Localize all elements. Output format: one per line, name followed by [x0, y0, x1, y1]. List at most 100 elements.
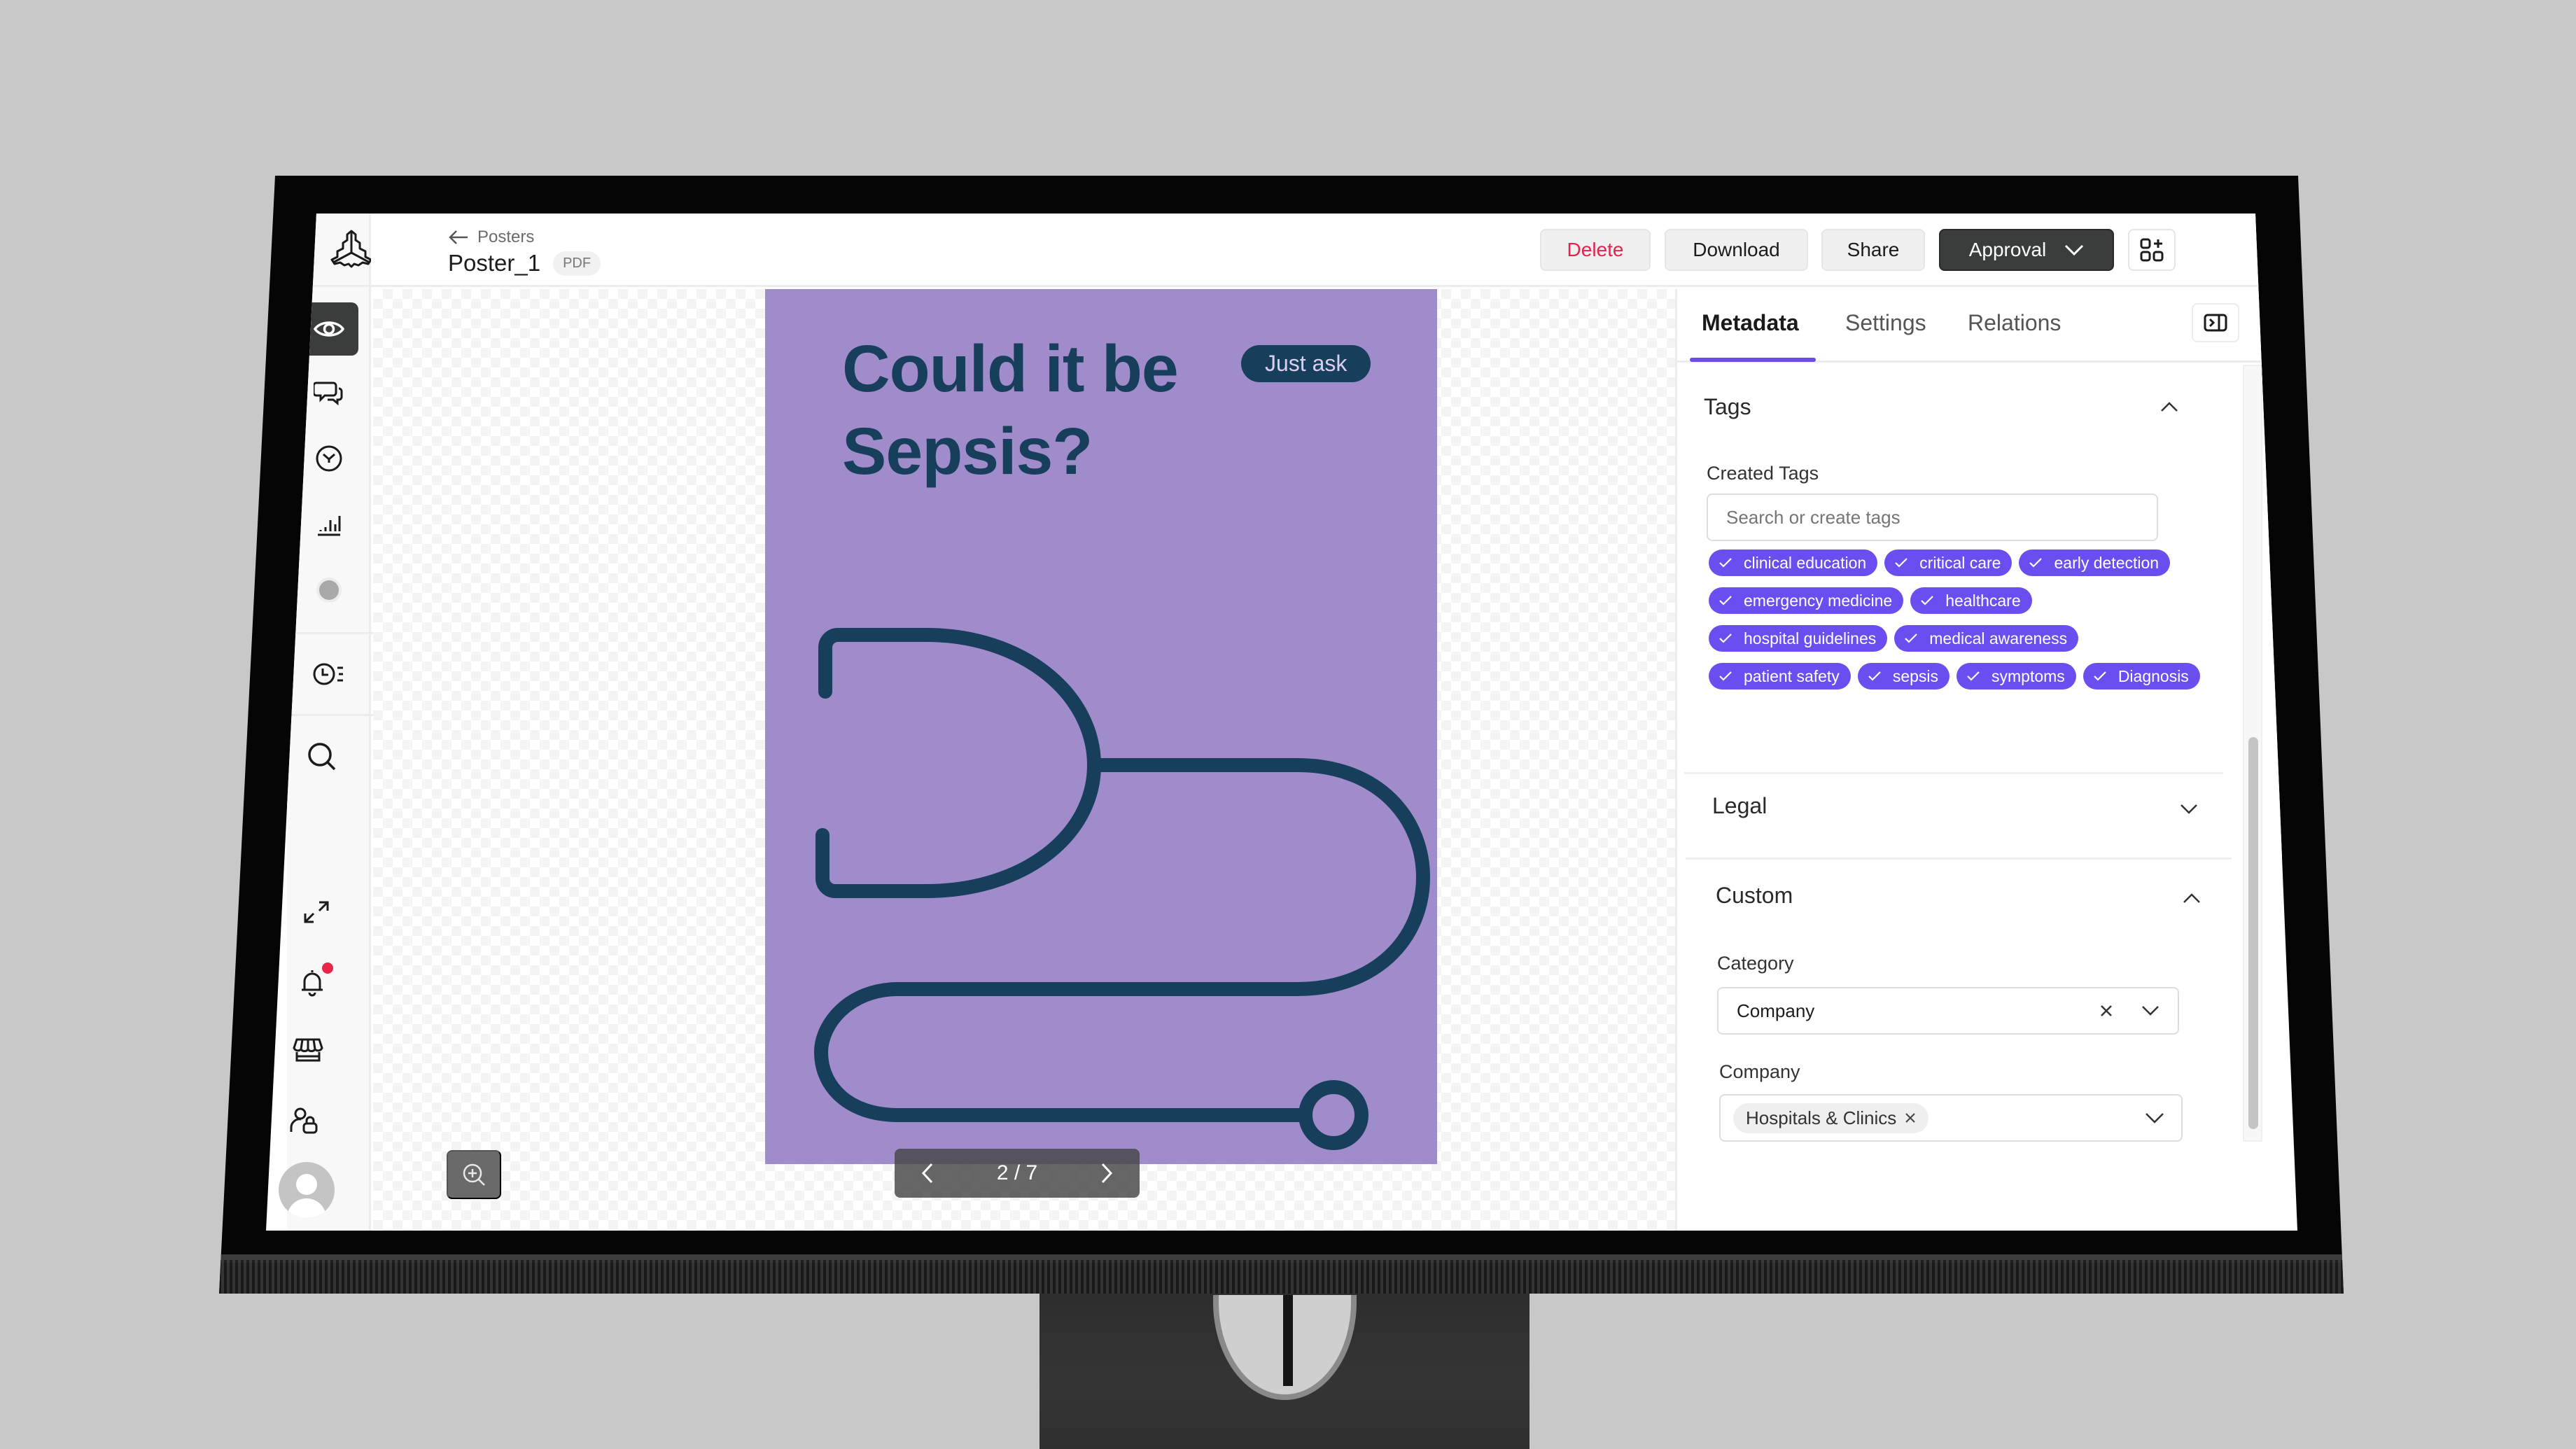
clear-icon[interactable]: [2099, 1004, 2113, 1018]
tag-chip[interactable]: sepsis: [1857, 663, 1950, 690]
chevron-down-icon[interactable]: [2145, 1112, 2164, 1124]
file-type-badge: PDF: [553, 251, 601, 276]
selected-company-chip: Hospitals & Clinics: [1733, 1102, 1929, 1133]
tag-label: medical awareness: [1929, 629, 2068, 648]
section-divider: [1684, 772, 2223, 774]
page-navigator: 2 / 7: [895, 1149, 1140, 1198]
zoom-in-button[interactable]: [447, 1150, 501, 1199]
expand-icon: [304, 901, 329, 923]
check-icon: [1921, 596, 1933, 606]
tag-chip[interactable]: Diagnosis: [2082, 663, 2200, 690]
tag-label: healthcare: [1945, 591, 2021, 610]
sidebar-item-history[interactable]: [300, 648, 358, 701]
sidebar-item-status[interactable]: [300, 564, 358, 617]
sidebar-item-versions[interactable]: [300, 432, 358, 485]
sidebar-divider: [287, 714, 382, 716]
clock-check-icon: [316, 445, 342, 472]
tab-relations[interactable]: Relations: [1968, 310, 2061, 336]
category-value: Company: [1737, 1000, 1815, 1021]
status-dot-icon: [316, 578, 342, 603]
zoom-in-icon: [463, 1163, 485, 1186]
approval-dropdown[interactable]: Approval: [1939, 229, 2114, 271]
check-icon: [1967, 671, 1980, 681]
header: Posters Poster_1 PDF Delete Download Sha…: [371, 214, 2282, 287]
chevron-left-icon[interactable]: [921, 1163, 934, 1184]
check-icon: [1905, 634, 1918, 643]
add-widget-button[interactable]: [2128, 229, 2176, 271]
page-title: Poster_1: [448, 250, 541, 276]
panel-scrollbar-thumb[interactable]: [2248, 737, 2258, 1129]
panel-scrollbar[interactable]: [2243, 365, 2262, 1142]
tags-section-title[interactable]: Tags: [1704, 394, 1751, 420]
sidebar-divider: [287, 632, 382, 634]
sidebar-item-fullscreen[interactable]: [287, 886, 346, 939]
company-multiselect[interactable]: Hospitals & Clinics: [1719, 1094, 2183, 1142]
created-tags-label: Created Tags: [1707, 463, 1819, 484]
sidebar-item-search[interactable]: [293, 730, 351, 783]
monitor-stand: [1040, 1288, 1530, 1449]
selected-company-label: Hospitals & Clinics: [1746, 1107, 1897, 1128]
screen: Posters Poster_1 PDF Delete Download Sha…: [266, 214, 2297, 1231]
tag-chip[interactable]: medical awareness: [1894, 625, 2079, 652]
approval-label: Approval: [1968, 239, 2047, 260]
sidebar-item-analytics[interactable]: [300, 498, 358, 551]
active-tab-indicator: [1690, 358, 1816, 362]
tag-search-input[interactable]: [1707, 493, 2158, 541]
check-icon: [1868, 671, 1881, 681]
user-lock-icon: [290, 1107, 318, 1134]
stand-cable-cutout: [1213, 1295, 1357, 1400]
tag-chip[interactable]: hospital guidelines: [1709, 625, 1888, 652]
collapse-panel-button[interactable]: [2192, 303, 2239, 342]
tag-label: sepsis: [1892, 666, 1939, 685]
sidebar-item-notifications[interactable]: [283, 955, 342, 1009]
tag-chip[interactable]: emergency medicine: [1709, 587, 1904, 614]
tag-label: Diagnosis: [2118, 666, 2189, 685]
tri-fold-logo-icon[interactable]: [329, 229, 374, 270]
eye-icon: [314, 321, 344, 337]
sidebar-item-store[interactable]: [279, 1023, 337, 1077]
custom-section-title[interactable]: Custom: [1716, 883, 1793, 909]
breadcrumb-back-link[interactable]: Posters: [448, 227, 534, 247]
add-grid-icon: [2140, 238, 2164, 262]
check-icon: [2029, 558, 2043, 568]
download-button[interactable]: Download: [1665, 229, 1808, 271]
tag-label: critical care: [1919, 553, 2001, 572]
remove-chip-icon[interactable]: [1905, 1112, 1916, 1124]
chevron-down-icon: [2065, 244, 2084, 255]
arrow-left-icon: [449, 230, 468, 244]
tag-chip[interactable]: critical care: [1884, 550, 2012, 576]
tag-chip[interactable]: healthcare: [1910, 587, 2032, 614]
chevron-up-icon[interactable]: [2183, 892, 2201, 904]
delete-button[interactable]: Delete: [1540, 229, 1651, 271]
section-divider: [1686, 858, 2232, 860]
tag-label: early detection: [2054, 553, 2160, 572]
category-select[interactable]: Company: [1717, 987, 2179, 1035]
avatar-placeholder-icon: [287, 1174, 326, 1218]
chevron-down-icon[interactable]: [2180, 804, 2198, 815]
stethoscope-illustration: [814, 628, 1430, 1150]
chevron-right-icon[interactable]: [1100, 1163, 1113, 1184]
chat-bubbles-icon: [314, 382, 343, 406]
tag-label: symptoms: [1991, 666, 2065, 685]
panel-tabs: Metadata Settings Relations: [1677, 289, 2284, 363]
tag-chip[interactable]: early detection: [2019, 550, 2171, 576]
legal-section-title[interactable]: Legal: [1712, 793, 1767, 819]
sidebar-item-user-access[interactable]: [274, 1094, 333, 1147]
bell-icon: [302, 970, 323, 997]
tag-chip[interactable]: symptoms: [1956, 663, 2076, 690]
chevron-up-icon[interactable]: [2160, 401, 2178, 412]
check-icon: [1719, 596, 1732, 606]
notification-badge: [322, 962, 333, 974]
tab-metadata[interactable]: Metadata: [1702, 310, 1799, 336]
check-icon: [1719, 558, 1732, 568]
tag-label: hospital guidelines: [1744, 629, 1877, 648]
tag-chip[interactable]: patient safety: [1709, 663, 1851, 690]
chevron-down-icon[interactable]: [2141, 1005, 2160, 1016]
avatar[interactable]: [279, 1162, 335, 1218]
check-icon: [1719, 634, 1732, 643]
tag-label: emergency medicine: [1744, 591, 1893, 610]
company-label: Company: [1719, 1061, 1800, 1082]
tag-chip[interactable]: clinical education: [1709, 550, 1878, 576]
tab-settings[interactable]: Settings: [1845, 310, 1926, 336]
share-button[interactable]: Share: [1821, 229, 1925, 271]
